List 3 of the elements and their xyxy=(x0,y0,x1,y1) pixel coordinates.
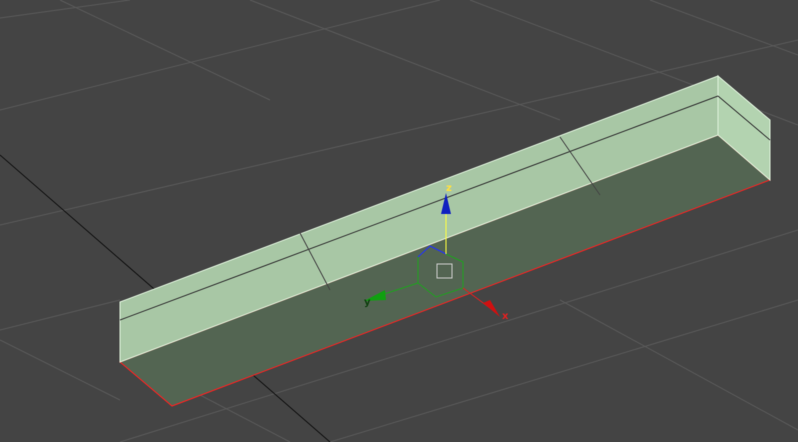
axis-label: y xyxy=(364,297,371,308)
axis-label: z xyxy=(446,183,452,194)
axis-label: x xyxy=(502,311,508,322)
